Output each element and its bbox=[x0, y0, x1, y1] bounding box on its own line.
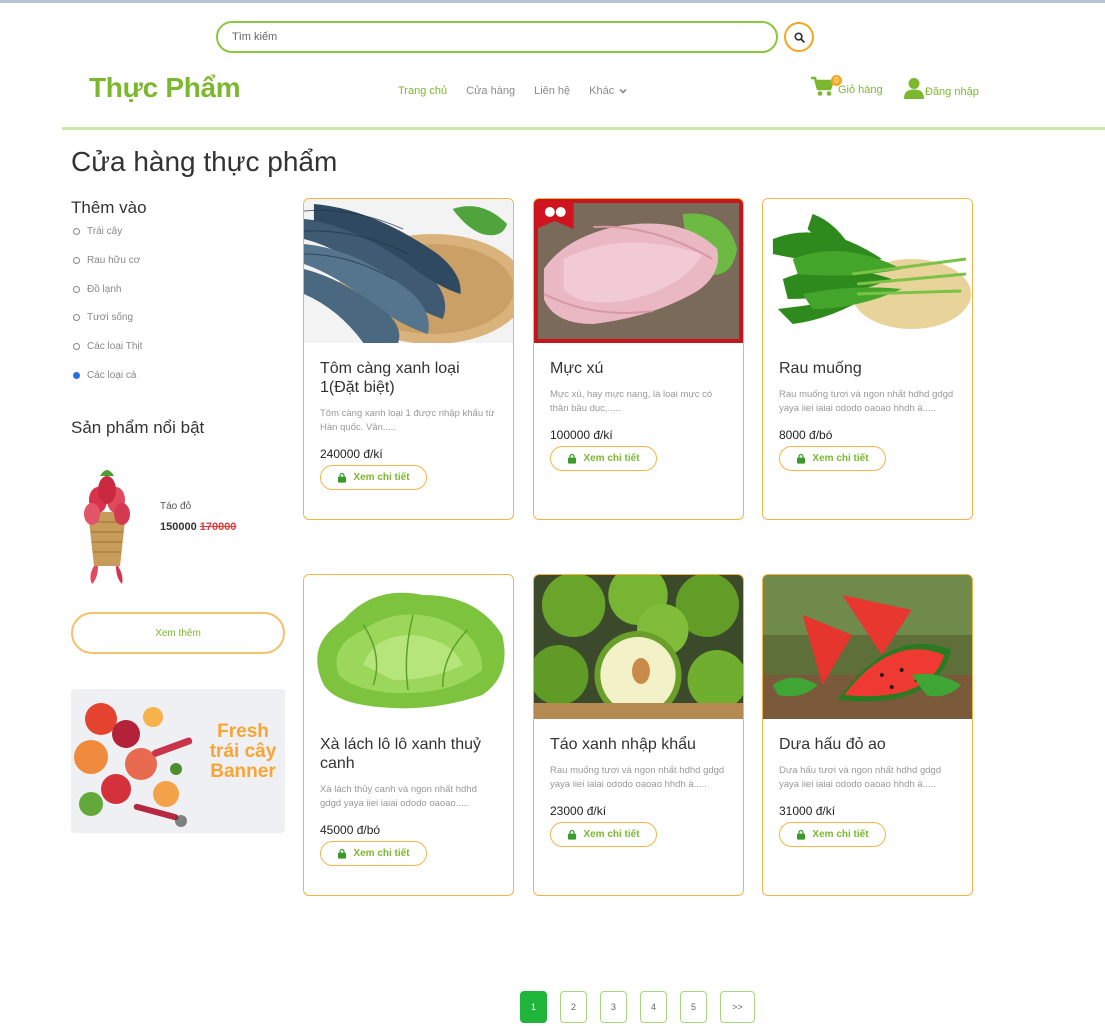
radio-button[interactable] bbox=[73, 314, 80, 322]
product-name[interactable]: Tôm càng xanh loại 1(Đặt biệt) bbox=[320, 359, 497, 397]
product-description: Dưa hấu tươi và ngon nhất hdhd gdgd yaya… bbox=[779, 765, 942, 790]
shopping-bag-icon bbox=[797, 453, 806, 464]
featured-title: Sản phẩm nổi bật bbox=[71, 418, 205, 437]
featured-product-price: 150000 170000 bbox=[160, 521, 237, 533]
page-button-3[interactable]: 3 bbox=[600, 991, 627, 1023]
main-nav: Trang chủ Cửa hàng Liên hệ Khác bbox=[398, 85, 646, 97]
product-price: 23000 đ/kí bbox=[550, 804, 607, 818]
filter-option-fish[interactable]: Các loại cá bbox=[73, 370, 142, 399]
radio-button[interactable] bbox=[73, 343, 80, 351]
page-button-2[interactable]: 2 bbox=[560, 991, 587, 1023]
filter-option-frozen[interactable]: Đồ lạnh bbox=[73, 284, 142, 313]
shopping-bag-icon bbox=[568, 829, 577, 840]
product-price: 100000 đ/kí bbox=[550, 428, 613, 442]
product-card: Tôm càng xanh loại 1(Đặt biệt) Tôm càng … bbox=[303, 198, 514, 520]
page-button-5[interactable]: 5 bbox=[680, 991, 707, 1023]
shopping-bag-icon bbox=[338, 848, 347, 859]
header-divider bbox=[62, 127, 1105, 130]
page-button-4[interactable]: 4 bbox=[640, 991, 667, 1023]
product-name[interactable]: Xà lách lô lô xanh thuỷ canh bbox=[320, 735, 497, 773]
product-card: Rau muống Rau muống tươi và ngon nhất hd… bbox=[762, 198, 973, 520]
filter-option-fresh[interactable]: Tươi sống bbox=[73, 312, 142, 341]
shopping-bag-icon bbox=[338, 472, 347, 483]
search-button[interactable] bbox=[784, 22, 814, 52]
search-bar bbox=[216, 21, 778, 53]
featured-old-price: 170000 bbox=[199, 521, 237, 533]
product-name[interactable]: Táo xanh nhập khẩu bbox=[550, 735, 727, 754]
filter-option-meat[interactable]: Các loại Thịt bbox=[73, 341, 142, 370]
search-icon bbox=[793, 31, 805, 43]
product-image-lettuce[interactable] bbox=[304, 575, 513, 719]
page-button-1[interactable]: 1 bbox=[520, 991, 547, 1023]
view-detail-button[interactable]: Xem chi tiết bbox=[320, 465, 427, 490]
product-image-water-spinach[interactable] bbox=[763, 199, 972, 343]
cart-label: Giỏ hàng bbox=[838, 84, 883, 96]
search-input[interactable] bbox=[216, 21, 778, 53]
filter-title: Thêm vào bbox=[71, 198, 147, 217]
see-more-button[interactable]: Xem thêm bbox=[71, 612, 285, 654]
featured-product-image[interactable] bbox=[78, 462, 136, 586]
cart-link[interactable]: 0 Giỏ hàng bbox=[810, 75, 883, 97]
product-name[interactable]: Dưa hấu đỏ ao bbox=[779, 735, 956, 754]
featured-product-name[interactable]: Táo đỏ bbox=[160, 501, 191, 512]
product-card: Xà lách lô lô xanh thuỷ canh Xà lách thủ… bbox=[303, 574, 514, 896]
nav-more[interactable]: Khác bbox=[589, 85, 627, 97]
product-card: Dưa hấu đỏ ao Dưa hấu tươi và ngon nhất … bbox=[762, 574, 973, 896]
shopping-bag-icon bbox=[568, 453, 577, 464]
nav-contact[interactable]: Liên hệ bbox=[534, 85, 570, 97]
nav-home[interactable]: Trang chủ bbox=[398, 85, 447, 97]
pagination: 1 2 3 4 5 >> bbox=[520, 991, 755, 1023]
shopping-bag-icon bbox=[797, 829, 806, 840]
product-image-squid[interactable] bbox=[534, 199, 743, 343]
view-detail-button[interactable]: Xem chi tiết bbox=[550, 822, 657, 847]
product-description: Rau muống tươi và ngon nhất hdhd gdgd ya… bbox=[550, 765, 725, 790]
product-image-shrimp[interactable] bbox=[304, 199, 513, 343]
product-image-watermelon[interactable] bbox=[763, 575, 972, 719]
category-filter-list: Trái cây Rau hữu cơ Đồ lạnh Tươi sống Cá… bbox=[73, 226, 142, 399]
page-next-button[interactable]: >> bbox=[720, 991, 755, 1023]
cart-count-badge: 0 bbox=[831, 75, 842, 86]
radio-button-checked[interactable] bbox=[73, 371, 80, 379]
login-label: Đăng nhập bbox=[925, 86, 979, 98]
product-description: Xà lách thủy canh và ngon nhất hdhd gdgd… bbox=[320, 784, 477, 809]
product-description: Tôm càng xanh loại 1 được nhập khẩu từ H… bbox=[320, 408, 495, 433]
view-detail-button[interactable]: Xem chi tiết bbox=[320, 841, 427, 866]
user-icon bbox=[904, 78, 924, 99]
view-detail-button[interactable]: Xem chi tiết bbox=[550, 446, 657, 471]
radio-button[interactable] bbox=[73, 285, 80, 293]
product-description: Rau muống tươi và ngon nhất hdhd gdgd ya… bbox=[779, 389, 954, 414]
product-price: 45000 đ/bó bbox=[320, 823, 381, 837]
product-price: 8000 đ/bó bbox=[779, 428, 833, 442]
chevron-down-icon bbox=[619, 88, 627, 94]
view-detail-button[interactable]: Xem chi tiết bbox=[779, 446, 886, 471]
product-card: Táo xanh nhập khẩu Rau muống tươi và ngo… bbox=[533, 574, 744, 896]
filter-option-organic-veg[interactable]: Rau hữu cơ bbox=[73, 255, 142, 284]
page-title: Cửa hàng thực phẩm bbox=[71, 146, 338, 177]
view-detail-button[interactable]: Xem chi tiết bbox=[779, 822, 886, 847]
product-price: 240000 đ/kí bbox=[320, 447, 383, 461]
site-logo[interactable]: Thực Phẩm bbox=[89, 72, 241, 104]
product-description: Mực xú, hay mực nang, là loại mực có thâ… bbox=[550, 389, 713, 414]
product-image-green-apple[interactable] bbox=[534, 575, 743, 719]
product-price: 31000 đ/kí bbox=[779, 804, 836, 818]
top-border bbox=[0, 0, 1105, 3]
login-link[interactable]: Đăng nhập bbox=[903, 77, 979, 99]
product-card: Mực xú Mực xú, hay mực nang, là loại mực… bbox=[533, 198, 744, 520]
filter-option-fruit[interactable]: Trái cây bbox=[73, 226, 142, 255]
promo-banner[interactable]: Fresh trái cây Banner bbox=[71, 689, 285, 833]
radio-button[interactable] bbox=[73, 228, 80, 235]
banner-text: Fresh trái cây Banner bbox=[209, 721, 277, 782]
nav-shop[interactable]: Cửa hàng bbox=[466, 85, 515, 97]
product-name[interactable]: Rau muống bbox=[779, 359, 956, 378]
radio-button[interactable] bbox=[73, 256, 80, 264]
product-name[interactable]: Mực xú bbox=[550, 359, 727, 378]
